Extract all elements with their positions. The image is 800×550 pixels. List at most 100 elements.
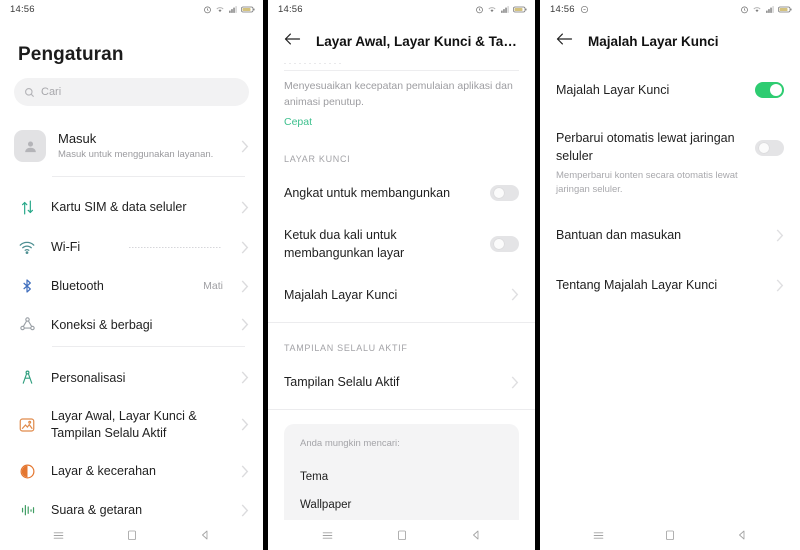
toggle-knob	[492, 237, 505, 250]
chevron-right-icon	[511, 288, 519, 301]
description-text: Menyesuaikan kecepatan pemulaian aplikas…	[284, 80, 513, 108]
home-icon[interactable]	[396, 529, 408, 541]
status-bar-right	[740, 5, 792, 14]
row-label: Bantuan dan masukan	[556, 227, 682, 242]
row-label: Perbarui otomatis lewat jaringan seluler	[556, 131, 735, 164]
sidebar-item-layar-kecerahan[interactable]: Layar & kecerahan	[0, 452, 263, 491]
search-icon	[25, 87, 35, 97]
toggle-knob	[769, 84, 782, 97]
toggle-perbarui-otomatis[interactable]	[755, 140, 784, 157]
chevron-right-icon	[241, 280, 249, 293]
battery-icon	[778, 6, 792, 12]
magazine-scroll-area[interactable]: Majalah Layar Kunci Perbarui otomatis le…	[540, 63, 800, 520]
sidebar-item-sim[interactable]: Kartu SIM & data seluler	[0, 188, 263, 227]
toggle-ketuk-dua-kali[interactable]	[490, 235, 519, 252]
detail-header: Layar Awal, Layar Kunci & Tampilan S...	[268, 18, 535, 63]
chevron-right-icon	[241, 371, 249, 384]
display-settings-panel: 14:56 Layar Awal, Layar Kunci & Tampilan…	[268, 0, 535, 550]
divider	[52, 176, 245, 177]
back-arrow-icon[interactable]	[556, 32, 573, 51]
row-bantuan-dan-masukan[interactable]: Bantuan dan masukan	[540, 208, 800, 262]
alarm-icon	[741, 6, 748, 13]
sidebar-item-label: Koneksi & berbagi	[51, 317, 153, 332]
sidebar-item-layar-awal[interactable]: Layar Awal, Layar Kunci & Tampilan Selal…	[0, 397, 263, 452]
compass-icon	[17, 369, 37, 386]
display-scroll-area[interactable]: Menyesuaikan kecepatan pemulaian aplikas…	[268, 63, 535, 520]
sidebar-item-label: Kartu SIM & data seluler	[51, 200, 187, 215]
suggestion-item-wallpaper[interactable]: Wallpaper	[300, 491, 503, 519]
sidebar-item-label: Wi-Fi	[51, 239, 81, 254]
sidebar-item-koneksi[interactable]: Koneksi & berbagi	[0, 305, 263, 344]
chevron-right-icon	[241, 465, 249, 478]
toggle-majalah-layar-kunci[interactable]	[755, 82, 784, 99]
status-time: 14:56	[550, 3, 575, 15]
status-bar: 14:56	[268, 0, 535, 18]
detail-header: Majalah Layar Kunci	[540, 18, 800, 63]
back-icon[interactable]	[470, 529, 482, 541]
sidebar-item-label: Suara & getaran	[51, 503, 143, 518]
wallpaper-icon	[17, 416, 37, 434]
back-arrow-icon[interactable]	[284, 32, 301, 51]
sidebar-item-label: Layar Awal, Layar Kunci & Tampilan Selal…	[51, 409, 197, 440]
wifi-icon	[753, 6, 761, 12]
sidebar-item-personalisasi[interactable]: Personalisasi	[0, 358, 263, 397]
suggestions-title: Anda mungkin mencari:	[300, 438, 400, 450]
row-perbarui-otomatis[interactable]: Perbarui otomatis lewat jaringan seluler…	[540, 115, 800, 208]
toggle-angkat-untuk-membangunkan[interactable]	[490, 184, 519, 201]
row-label: Majalah Layar Kunci	[556, 83, 670, 97]
chevron-right-icon	[776, 279, 784, 292]
page-title: Majalah Layar Kunci	[588, 34, 719, 49]
status-time: 14:56	[10, 3, 35, 15]
description-accent-value: Cepat	[284, 115, 313, 128]
row-label: Tentang Majalah Layar Kunci	[556, 278, 718, 293]
row-label: Tampilan Selalu Aktif	[284, 375, 400, 389]
sidebar-item-wifi[interactable]: Wi-Fi	[0, 227, 263, 267]
suggestion-item-gaya-ikon[interactable]: Gaya ikon	[300, 519, 503, 520]
row-tentang-majalah[interactable]: Tentang Majalah Layar Kunci	[540, 262, 800, 312]
sidebar-item-label: Bluetooth	[51, 279, 104, 293]
recents-icon[interactable]	[321, 529, 334, 542]
search-input[interactable]: Cari	[14, 78, 249, 106]
navigation-bar	[540, 520, 800, 550]
row-subtitle: Memperbarui konten secara otomatis lewat…	[556, 170, 738, 195]
sidebar-item-value: Mati	[203, 280, 223, 293]
alarm-icon	[204, 6, 211, 13]
screenshot-stage: 14:56 Pengaturan Cari Masuk Masuk untuk …	[0, 0, 800, 550]
back-icon[interactable]	[736, 529, 748, 541]
row-tampilan-selalu-aktif[interactable]: Tampilan Selalu Aktif	[268, 361, 535, 403]
home-icon[interactable]	[664, 529, 676, 541]
status-bar-right	[475, 5, 527, 14]
wifi-icon	[17, 238, 37, 256]
toggle-knob	[757, 142, 770, 155]
status-bar-left: 14:56	[550, 4, 589, 15]
chevron-right-icon	[241, 418, 249, 431]
recents-icon[interactable]	[52, 529, 65, 542]
signal-icon	[501, 5, 509, 13]
signal-icon	[766, 5, 774, 13]
account-row[interactable]: Masuk Masuk untuk menggunakan layanan.	[0, 120, 263, 174]
chevron-right-icon	[241, 318, 249, 331]
sound-icon	[17, 502, 37, 519]
recents-icon[interactable]	[592, 529, 605, 542]
row-majalah-layar-kunci[interactable]: Majalah Layar Kunci	[268, 274, 535, 316]
section-header-lockscreen: LAYAR KUNCI	[284, 153, 351, 164]
settings-scroll-area[interactable]: Pengaturan Cari Masuk Masuk untuk menggu…	[0, 18, 263, 520]
sidebar-item-suara[interactable]: Suara & getaran	[0, 491, 263, 520]
person-icon	[24, 140, 36, 152]
home-icon[interactable]	[126, 529, 138, 541]
row-majalah-layar-kunci-toggle[interactable]: Majalah Layar Kunci	[540, 63, 800, 115]
row-label: Majalah Layar Kunci	[284, 287, 398, 302]
status-bar: 14:56	[0, 0, 263, 18]
sidebar-item-bluetooth[interactable]: Bluetooth Mati	[0, 267, 263, 305]
chevron-right-icon	[241, 139, 249, 153]
status-bar-left: 14:56	[10, 4, 35, 15]
battery-icon	[513, 6, 527, 12]
back-icon[interactable]	[199, 529, 211, 541]
chevron-right-icon	[241, 504, 249, 517]
row-ketuk-dua-kali[interactable]: Ketuk dua kali untuk membangunkan layar	[268, 214, 535, 274]
magazine-lockscreen-panel: 14:56 Majalah Layar Kunci Majalah Layar …	[540, 0, 800, 550]
divider	[268, 409, 535, 411]
row-angkat-untuk-membangunkan[interactable]: Angkat untuk membangunkan	[268, 172, 535, 214]
suggestion-item-tema[interactable]: Tema	[300, 463, 503, 491]
